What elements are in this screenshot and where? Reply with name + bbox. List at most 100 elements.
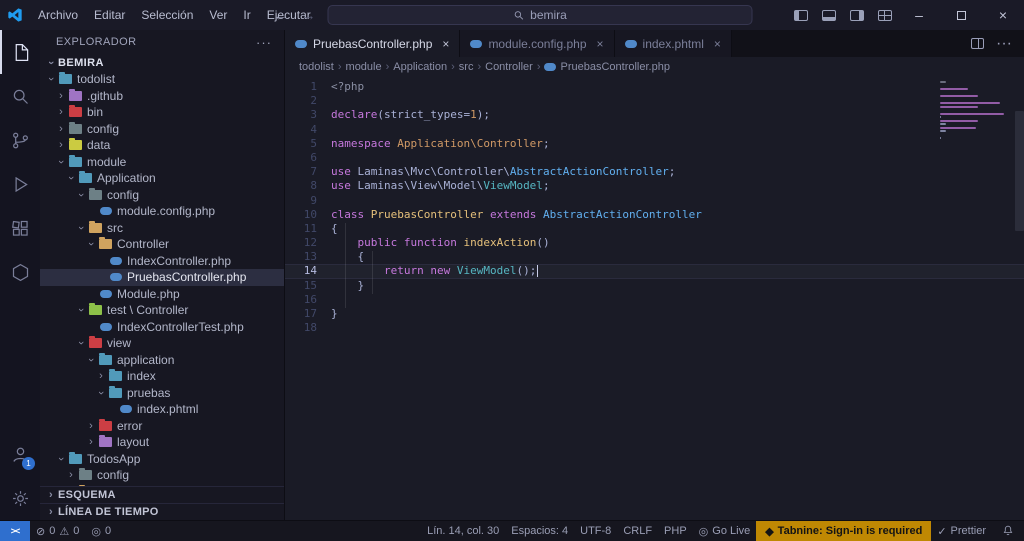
tree-item-module[interactable]: › module [40, 154, 284, 171]
menu-ir[interactable]: Ir [235, 0, 258, 30]
toggle-secondary-sidebar-icon[interactable] [850, 9, 864, 21]
forward-icon[interactable]: → [300, 7, 318, 23]
tree-item-github[interactable]: › .github [40, 88, 284, 105]
tree-item-index[interactable]: › index [40, 368, 284, 385]
editor-scrollbar[interactable] [1015, 111, 1024, 231]
tree-item-module-config-php[interactable]: module.config.php [40, 203, 284, 220]
status-prettier[interactable]: ✓ Prettier [931, 521, 992, 541]
folder-icon [89, 220, 102, 233]
back-icon[interactable]: ← [272, 7, 290, 23]
tree-item-application[interactable]: › Application [40, 170, 284, 187]
tree-item-application[interactable]: › application [40, 352, 284, 369]
chevron-down-icon: › [75, 192, 87, 197]
tree-item-index-phtml[interactable]: index.phtml [40, 401, 284, 418]
status-encoding[interactable]: UTF-8 [574, 521, 617, 541]
indent-guide [345, 223, 346, 308]
tab-close-icon[interactable]: × [597, 37, 604, 51]
editor-more-actions-icon[interactable]: ··· [996, 35, 1012, 53]
tree-item-pruebascontroller-php[interactable]: PruebasController.php [40, 269, 284, 286]
menu-archivo[interactable]: Archivo [30, 0, 86, 30]
warning-count: 0 [73, 525, 80, 537]
remote-indicator[interactable]: >< [0, 521, 30, 541]
minimap[interactable] [940, 81, 1010, 144]
breadcrumb-item-todolist[interactable]: todolist [299, 61, 334, 73]
token: extends [489, 207, 537, 221]
settings-gear-icon[interactable] [0, 476, 40, 520]
search-input[interactable]: bemira [327, 5, 753, 25]
tab-close-icon[interactable]: × [714, 37, 721, 51]
minimap-line [940, 105, 978, 108]
status-cursor-position[interactable]: Lín. 14, col. 30 [421, 521, 505, 541]
customize-layout-icon[interactable] [878, 9, 892, 21]
tree-item-pruebas[interactable]: › pruebas [40, 385, 284, 402]
status-label: UTF-8 [580, 525, 612, 537]
toggle-sidebar-icon[interactable] [794, 9, 808, 21]
tree-item-config[interactable]: › config [40, 187, 284, 204]
maximize-button[interactable] [940, 0, 982, 30]
status-tabnine[interactable]: ◆ Tabnine: Sign-in is required [756, 521, 932, 541]
tree-item-todosapp[interactable]: › TodosApp [40, 451, 284, 468]
close-button[interactable]: × [982, 0, 1024, 30]
search-icon [514, 10, 523, 20]
breadcrumb-item-src[interactable]: src [459, 61, 474, 73]
explorer-icon[interactable] [0, 30, 40, 74]
menu-ver[interactable]: Ver [201, 0, 235, 30]
menu-editar[interactable]: Editar [86, 0, 133, 30]
status-language-php[interactable]: PHP [658, 521, 693, 541]
tree-item-todolist[interactable]: › todolist [40, 71, 284, 88]
breadcrumb-item-pruebascontroller-php[interactable]: PruebasController.php [544, 61, 670, 73]
php-file-icon [295, 39, 307, 48]
code-editor[interactable]: 1 <?php 2 3 declare(strict_types=1); 4 5 namesp… [285, 77, 1024, 520]
breadcrumb-item-module[interactable]: module [346, 61, 382, 73]
tree-item-test-controller[interactable]: › test \ Controller [40, 302, 284, 319]
tree-item-indexcontrollertest-php[interactable]: IndexControllerTest.php [40, 319, 284, 336]
token: ; [542, 179, 550, 193]
tree-item-view[interactable]: › view [40, 335, 284, 352]
split-editor-icon[interactable] [971, 38, 985, 49]
line-content: <?php [331, 80, 364, 94]
tree-item-indexcontroller-php[interactable]: IndexController.php [40, 253, 284, 270]
tree-item-src[interactable]: › src [40, 220, 284, 237]
line-content: namespace Application\Controller; [331, 137, 550, 151]
php-file-icon [544, 63, 557, 71]
explorer-more-actions-icon[interactable]: ··· [256, 35, 272, 50]
breadcrumb-item-application[interactable]: Application [393, 61, 447, 73]
tab-pruebascontroller-php[interactable]: PruebasController.php × [285, 30, 461, 57]
php-file-icon [624, 39, 637, 48]
tree-item-label: src [107, 220, 123, 235]
status-indentation[interactable]: Espacios: 4 [505, 521, 574, 541]
status-label: PHP [664, 525, 687, 537]
section-esquema[interactable]: › ESQUEMA [40, 486, 284, 503]
minimize-button[interactable]: – [898, 0, 940, 30]
tree-item-error[interactable]: › error [40, 418, 284, 435]
section-linea-de-tiempo[interactable]: › LÍNEA DE TIEMPO [40, 503, 284, 520]
tree-item-bin[interactable]: › bin [40, 104, 284, 121]
line-number: 7 [310, 165, 317, 179]
tab-index-phtml[interactable]: index.phtml × [614, 30, 732, 57]
problems-indicator[interactable]: ⊘ 0 ⚠ 0 [30, 521, 85, 541]
tab-module-config-php[interactable]: module.config.php × [460, 30, 615, 57]
notifications-bell-icon[interactable] [992, 525, 1024, 537]
ports-indicator[interactable]: ◎ 0 [85, 521, 117, 541]
tree-item-config[interactable]: › config [40, 467, 284, 484]
source-control-icon[interactable] [0, 118, 40, 162]
status-eol[interactable]: CRLF [617, 521, 658, 541]
hexagon-extension-icon[interactable] [0, 250, 40, 294]
tree-item-data[interactable]: › data [40, 137, 284, 154]
extensions-icon[interactable] [0, 206, 40, 250]
tree-item-controller[interactable]: › Controller [40, 236, 284, 253]
toggle-panel-icon[interactable] [822, 9, 836, 21]
code-line-2: 2 [285, 94, 1024, 108]
run-debug-icon[interactable] [0, 162, 40, 206]
accounts-icon[interactable]: 1 [0, 432, 40, 476]
status-go-live[interactable]: ◎ Go Live [693, 521, 757, 541]
tree-item-module-php[interactable]: Module.php [40, 286, 284, 303]
breadcrumb-item-controller[interactable]: Controller [485, 61, 533, 73]
workspace-root[interactable]: › BEMIRA [40, 54, 284, 71]
tab-close-icon[interactable]: × [442, 37, 449, 51]
tree-item-config[interactable]: › config [40, 121, 284, 138]
menu-selecci-n[interactable]: Selección [133, 0, 201, 30]
search-sidebar-icon[interactable] [0, 74, 40, 118]
tree-item-layout[interactable]: › layout [40, 434, 284, 451]
token: new [430, 264, 451, 278]
